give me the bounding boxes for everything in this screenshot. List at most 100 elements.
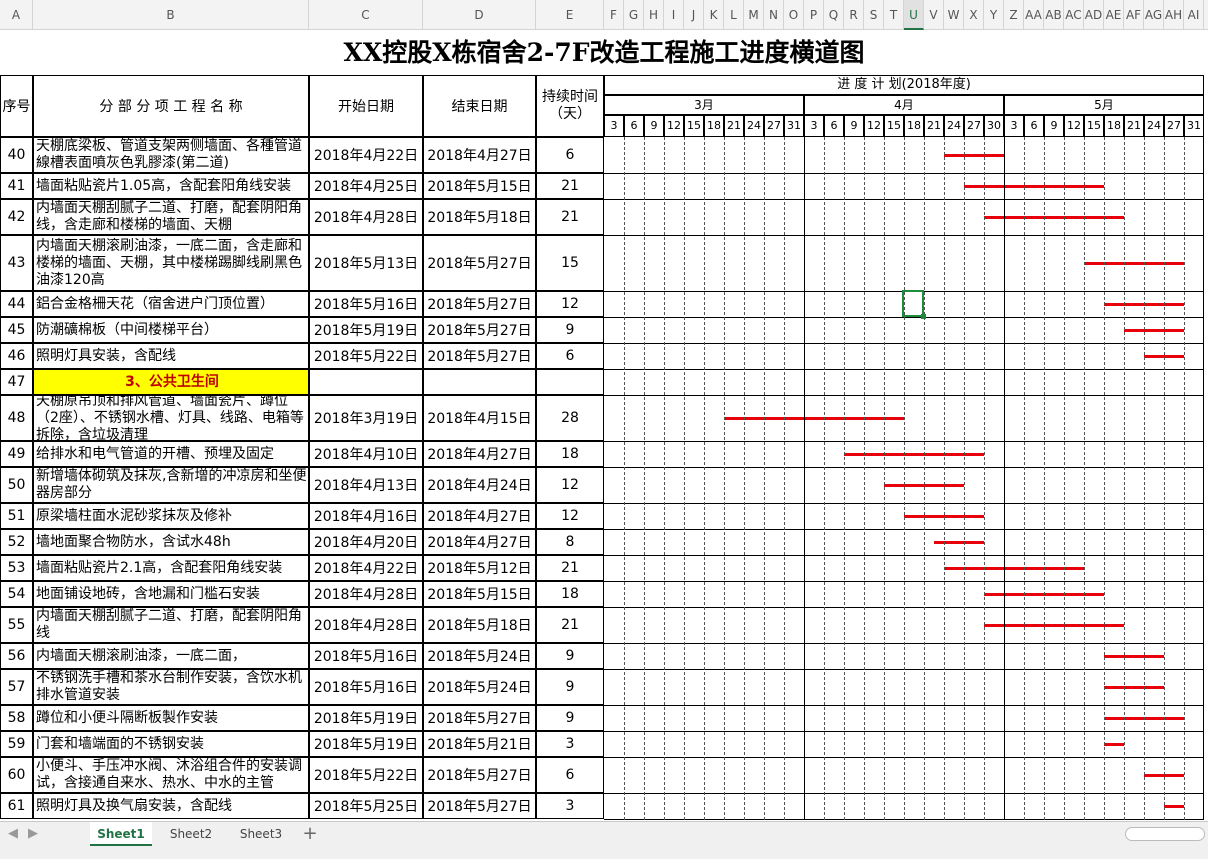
duration-cell[interactable]: 18 <box>536 441 604 467</box>
row-number[interactable]: 52 <box>0 529 33 555</box>
row-number[interactable]: 42 <box>0 199 33 235</box>
start-date-cell[interactable]: 2018年5月16日 <box>309 643 423 669</box>
start-date-cell[interactable]: 2018年5月19日 <box>309 317 423 343</box>
end-date-cell[interactable]: 2018年5月18日 <box>423 199 536 235</box>
column-header-b[interactable]: B <box>33 0 309 30</box>
column-header-z[interactable]: Z <box>1004 0 1024 30</box>
column-header-j[interactable]: J <box>684 0 704 30</box>
task-name-cell[interactable]: 门套和墙端面的不锈钢安装 <box>33 731 309 757</box>
row-number[interactable]: 60 <box>0 757 33 793</box>
column-header-n[interactable]: N <box>764 0 784 30</box>
end-date-cell[interactable]: 2018年4月24日 <box>423 467 536 503</box>
end-date-cell[interactable]: 2018年4月27日 <box>423 529 536 555</box>
column-header-e[interactable]: E <box>536 0 604 30</box>
end-date-cell[interactable]: 2018年5月12日 <box>423 555 536 581</box>
end-date-cell[interactable]: 2018年5月27日 <box>423 757 536 793</box>
start-date-cell[interactable]: 2018年4月25日 <box>309 173 423 199</box>
end-date-cell[interactable]: 2018年5月15日 <box>423 581 536 607</box>
end-date-cell[interactable]: 2018年5月18日 <box>423 607 536 643</box>
duration-cell[interactable]: 21 <box>536 173 604 199</box>
duration-cell[interactable]: 9 <box>536 669 604 705</box>
start-date-cell[interactable] <box>309 369 423 395</box>
start-date-cell[interactable]: 2018年5月22日 <box>309 757 423 793</box>
row-number[interactable]: 50 <box>0 467 33 503</box>
column-header-t[interactable]: T <box>884 0 904 30</box>
end-date-cell[interactable]: 2018年4月15日 <box>423 395 536 441</box>
start-date-cell[interactable]: 2018年4月28日 <box>309 607 423 643</box>
row-number[interactable]: 44 <box>0 291 33 317</box>
end-date-cell[interactable] <box>423 369 536 395</box>
start-date-cell[interactable]: 2018年4月28日 <box>309 199 423 235</box>
column-header-f[interactable]: F <box>604 0 624 30</box>
column-header-k[interactable]: K <box>704 0 724 30</box>
end-date-cell[interactable]: 2018年4月27日 <box>423 503 536 529</box>
column-header-a[interactable]: A <box>0 0 33 30</box>
horizontal-scrollbar[interactable] <box>1125 827 1205 841</box>
duration-cell[interactable]: 3 <box>536 793 604 819</box>
task-name-cell[interactable]: 内墙面天棚滚刷油漆，一底二面，含走廊和楼梯的墙面、天棚，其中楼梯踢脚线刷黑色油漆… <box>33 235 309 291</box>
duration-cell[interactable]: 9 <box>536 705 604 731</box>
task-name-cell[interactable]: 内墙面天棚滚刷油漆，一底二面， <box>33 643 309 669</box>
end-date-cell[interactable]: 2018年5月24日 <box>423 669 536 705</box>
duration-cell[interactable]: 18 <box>536 581 604 607</box>
column-header-m[interactable]: M <box>744 0 764 30</box>
row-number[interactable]: 61 <box>0 793 33 819</box>
duration-cell[interactable]: 6 <box>536 757 604 793</box>
duration-cell[interactable]: 21 <box>536 199 604 235</box>
task-name-cell[interactable]: 天棚原吊顶和排风管道、墙面瓷片、蹲位（2座）、不锈钢水槽、灯具、线路、电箱等拆除… <box>33 395 309 441</box>
end-date-cell[interactable]: 2018年5月27日 <box>423 705 536 731</box>
end-date-cell[interactable]: 2018年4月27日 <box>423 441 536 467</box>
duration-cell[interactable]: 6 <box>536 137 604 173</box>
task-name-cell[interactable]: 内墙面天棚刮腻子二道、打磨，配套阴阳角线 <box>33 607 309 643</box>
start-date-cell[interactable]: 2018年5月13日 <box>309 235 423 291</box>
column-header-ad[interactable]: AD <box>1084 0 1104 30</box>
duration-cell[interactable]: 12 <box>536 467 604 503</box>
duration-cell[interactable]: 21 <box>536 555 604 581</box>
row-number[interactable]: 57 <box>0 669 33 705</box>
column-header-s[interactable]: S <box>864 0 884 30</box>
end-date-cell[interactable]: 2018年4月27日 <box>423 137 536 173</box>
column-header-i[interactable]: I <box>664 0 684 30</box>
task-name-cell[interactable]: 地面铺设地砖，含地漏和门槛石安装 <box>33 581 309 607</box>
start-date-cell[interactable]: 2018年5月22日 <box>309 343 423 369</box>
task-name-cell[interactable]: 新增墙体砌筑及抹灰,含新增的冲凉房和坐便器房部分 <box>33 467 309 503</box>
start-date-cell[interactable]: 2018年5月16日 <box>309 669 423 705</box>
duration-cell[interactable]: 6 <box>536 343 604 369</box>
duration-cell[interactable]: 9 <box>536 643 604 669</box>
task-name-cell[interactable]: 天棚底梁板、管道支架两侧墙面、各種管道線槽表面噴灰色乳膠漆(第二道) <box>33 137 309 173</box>
column-header-u[interactable]: U <box>904 0 924 30</box>
column-header-ab[interactable]: AB <box>1044 0 1064 30</box>
task-name-cell[interactable]: 照明灯具及换气扇安装，含配线 <box>33 793 309 819</box>
start-date-cell[interactable]: 2018年5月16日 <box>309 291 423 317</box>
tab-sheet1[interactable]: Sheet1 <box>90 822 152 846</box>
end-date-cell[interactable]: 2018年5月15日 <box>423 173 536 199</box>
scroll-right-icon[interactable]: ▶ <box>28 826 38 841</box>
start-date-cell[interactable]: 2018年4月28日 <box>309 581 423 607</box>
column-header-af[interactable]: AF <box>1124 0 1144 30</box>
add-sheet-icon[interactable]: + <box>298 822 322 846</box>
column-header-v[interactable]: V <box>924 0 944 30</box>
tab-sheet3[interactable]: Sheet3 <box>228 822 294 846</box>
task-name-cell[interactable]: 内墙面天棚刮腻子二道、打磨，配套阴阳角线，含走廊和楼梯的墙面、天棚 <box>33 199 309 235</box>
duration-cell[interactable]: 21 <box>536 607 604 643</box>
start-date-cell[interactable]: 2018年3月19日 <box>309 395 423 441</box>
column-header-c[interactable]: C <box>309 0 423 30</box>
column-header-ae[interactable]: AE <box>1104 0 1124 30</box>
end-date-cell[interactable]: 2018年5月27日 <box>423 235 536 291</box>
end-date-cell[interactable]: 2018年5月27日 <box>423 317 536 343</box>
duration-cell[interactable]: 8 <box>536 529 604 555</box>
task-name-cell[interactable]: 墙面粘贴瓷片2.1高，含配套阳角线安装 <box>33 555 309 581</box>
task-name-cell[interactable]: 蹲位和小便斗隔断板製作安装 <box>33 705 309 731</box>
column-header-o[interactable]: O <box>784 0 804 30</box>
row-number[interactable]: 45 <box>0 317 33 343</box>
end-date-cell[interactable]: 2018年5月24日 <box>423 643 536 669</box>
row-number[interactable]: 48 <box>0 395 33 441</box>
column-header-aa[interactable]: AA <box>1024 0 1044 30</box>
column-header-g[interactable]: G <box>624 0 644 30</box>
tab-sheet2[interactable]: Sheet2 <box>158 822 224 846</box>
duration-cell[interactable]: 12 <box>536 291 604 317</box>
start-date-cell[interactable]: 2018年4月20日 <box>309 529 423 555</box>
column-header-ah[interactable]: AH <box>1164 0 1184 30</box>
start-date-cell[interactable]: 2018年5月19日 <box>309 705 423 731</box>
selected-cell[interactable] <box>902 290 926 319</box>
